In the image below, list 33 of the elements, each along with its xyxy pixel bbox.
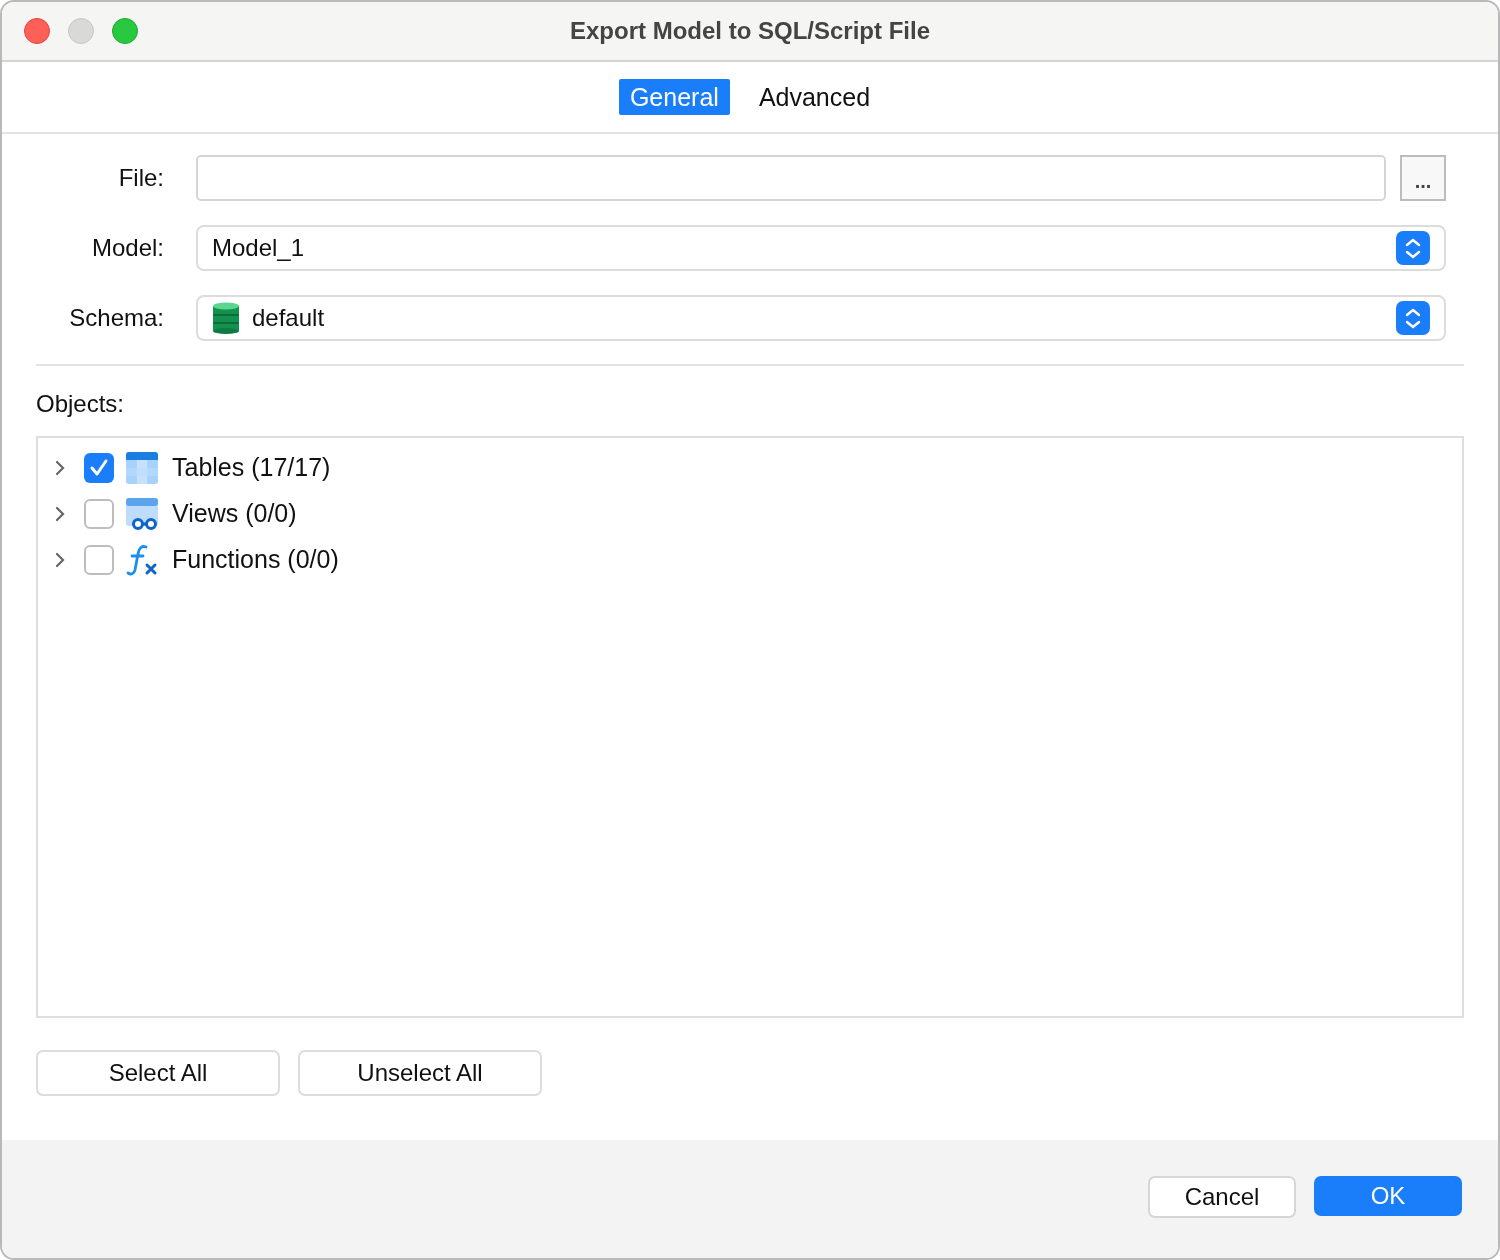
schema-dropdown[interactable]: default: [196, 295, 1446, 341]
checkbox[interactable]: [84, 545, 114, 575]
database-icon: [212, 302, 240, 334]
field-label: Schema:: [68, 303, 164, 333]
stepper-icon: [1396, 231, 1430, 265]
model-dropdown[interactable]: Model_1: [196, 225, 1446, 271]
selection-button[interactable]: Select All: [36, 1050, 280, 1096]
chevron-right-icon[interactable]: [54, 552, 66, 568]
field-label: Model:: [90, 233, 164, 263]
tree-item-label[interactable]: Views (0/0): [172, 495, 297, 533]
field-label: File:: [117, 163, 164, 193]
tree-item-label[interactable]: Tables (17/17): [172, 449, 331, 487]
close-window-icon[interactable]: [24, 18, 50, 44]
cancel-button[interactable]: Cancel: [1148, 1176, 1296, 1218]
window-title: Export Model to SQL/Script File: [570, 16, 930, 46]
tab[interactable]: Advanced: [747, 79, 882, 115]
selection-button[interactable]: Unselect All: [298, 1050, 542, 1096]
checkbox[interactable]: [84, 499, 114, 529]
tab[interactable]: General: [618, 79, 730, 115]
browse-button[interactable]: ...: [1400, 155, 1446, 201]
chevron-right-icon[interactable]: [54, 506, 66, 522]
checkmark-icon: [89, 458, 109, 478]
ok-button[interactable]: OK: [1314, 1176, 1462, 1216]
checkbox[interactable]: [84, 453, 114, 483]
view-table-icon: [126, 498, 158, 530]
objects-label: Objects:: [36, 389, 125, 419]
function-icon: [126, 544, 158, 576]
chevron-right-icon[interactable]: [54, 460, 66, 476]
file-input-field[interactable]: [196, 155, 1386, 201]
table-icon: [126, 452, 158, 484]
tree-item-label[interactable]: Functions (0/0): [172, 541, 339, 579]
zoom-window-icon[interactable]: [112, 18, 138, 44]
stepper-icon: [1396, 301, 1430, 335]
